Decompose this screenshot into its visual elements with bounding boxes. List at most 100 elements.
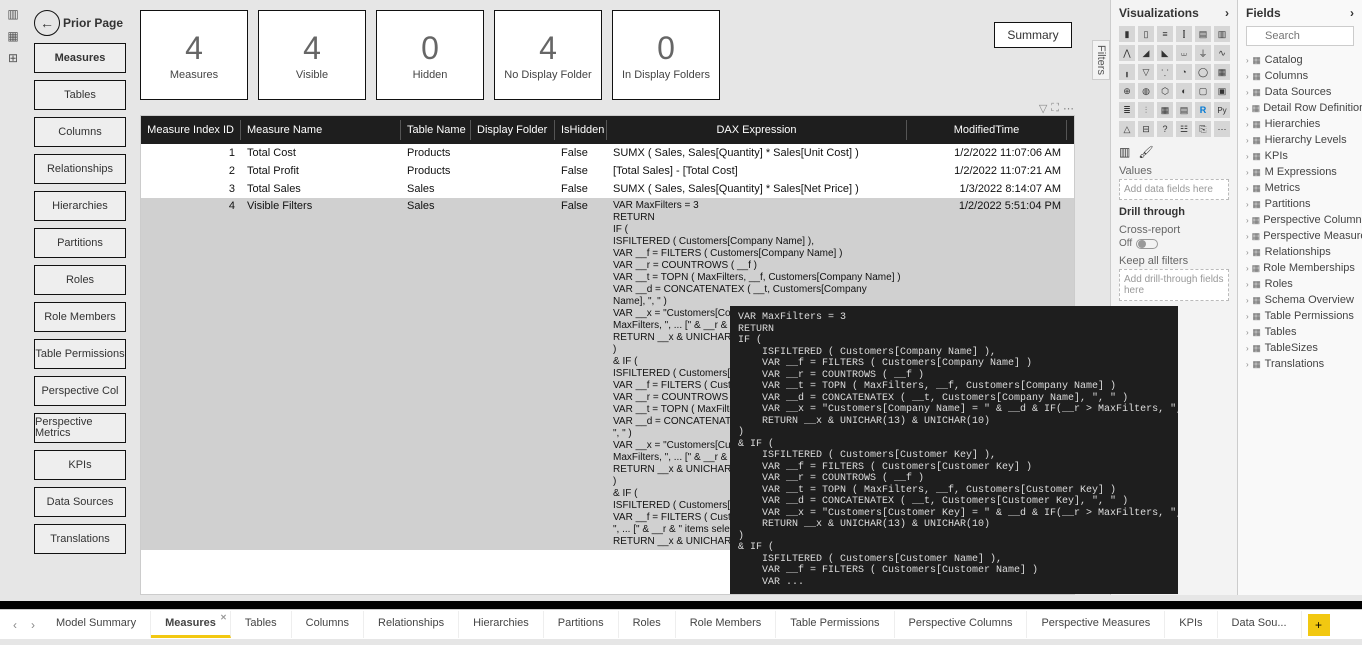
filled-map-icon[interactable]: ◍: [1138, 83, 1154, 99]
sidebar-item-columns[interactable]: Columns: [34, 117, 126, 147]
add-page-button[interactable]: +: [1308, 614, 1330, 636]
funnel-icon[interactable]: ▽: [1138, 64, 1154, 80]
pie-icon[interactable]: ◔: [1176, 64, 1192, 80]
table-row[interactable]: 1 Total Cost Products False SUMX ( Sales…: [141, 144, 1074, 162]
kpi-icon[interactable]: ≣: [1119, 102, 1135, 118]
scatter-icon[interactable]: ⸪: [1157, 64, 1173, 80]
clustered-column-icon[interactable]: ⫿: [1176, 26, 1192, 42]
col-dax-expression[interactable]: DAX Expression: [607, 120, 907, 140]
field-table-tables[interactable]: ›▦Tables: [1246, 324, 1354, 340]
sidebar-item-relationships[interactable]: Relationships: [34, 154, 126, 184]
fields-well-icon[interactable]: ▥: [1119, 145, 1130, 159]
tab-tables[interactable]: Tables: [231, 611, 292, 638]
decomp-tree-icon[interactable]: ⊟: [1138, 121, 1154, 137]
key-influencers-icon[interactable]: △: [1119, 121, 1135, 137]
sidebar-item-role-members[interactable]: Role Members: [34, 302, 126, 332]
stacked-area-icon[interactable]: ◣: [1157, 45, 1173, 61]
tab-perspective-columns[interactable]: Perspective Columns: [895, 611, 1028, 638]
prior-page-button[interactable]: ← Prior Page: [34, 10, 126, 36]
field-table-relationships[interactable]: ›▦Relationships: [1246, 244, 1354, 260]
stacked-bar-icon[interactable]: ▮: [1119, 26, 1135, 42]
field-table-catalog[interactable]: ›▦Catalog: [1246, 52, 1354, 68]
model-view-icon[interactable]: ⊞: [5, 50, 21, 66]
sidebar-item-translations[interactable]: Translations: [34, 524, 126, 554]
filter-icon[interactable]: ▽: [1039, 102, 1047, 115]
col-measure-index-id[interactable]: Measure Index ID: [141, 120, 241, 140]
line-stacked-icon[interactable]: ⏙: [1176, 45, 1192, 61]
line-chart-icon[interactable]: ⋀: [1119, 45, 1135, 61]
col-modifiedtime[interactable]: ModifiedTime: [907, 120, 1067, 140]
map-icon[interactable]: ⊕: [1119, 83, 1135, 99]
table-icon[interactable]: ▦: [1157, 102, 1173, 118]
clustered-bar-icon[interactable]: ≡: [1157, 26, 1173, 42]
field-table-perspective-columns[interactable]: ›▦Perspective Columns: [1246, 212, 1354, 228]
tab-partitions[interactable]: Partitions: [544, 611, 619, 638]
field-table-table-permissions[interactable]: ›▦Table Permissions: [1246, 308, 1354, 324]
chevron-right-icon[interactable]: ›: [1225, 6, 1229, 20]
filters-pane-collapsed[interactable]: Filters: [1092, 40, 1110, 80]
more-viz-icon[interactable]: ⋯: [1214, 121, 1230, 137]
field-table-translations[interactable]: ›▦Translations: [1246, 356, 1354, 372]
summary-button[interactable]: Summary: [994, 22, 1072, 48]
treemap-icon[interactable]: ▦: [1214, 64, 1230, 80]
field-table-detail-row-definitions[interactable]: ›▦Detail Row Definitions: [1246, 100, 1354, 116]
sidebar-item-perspective-col[interactable]: Perspective Col: [34, 376, 126, 406]
field-table-role-memberships[interactable]: ›▦Role Memberships: [1246, 260, 1354, 276]
field-table-kpis[interactable]: ›▦KPIs: [1246, 148, 1354, 164]
drillthrough-dropzone[interactable]: Add drill-through fields here: [1119, 269, 1229, 301]
col-measure-name[interactable]: Measure Name: [241, 120, 401, 140]
smart-narrative-icon[interactable]: ☳: [1176, 121, 1192, 137]
report-view-icon[interactable]: ▥: [5, 6, 21, 22]
sidebar-item-tables[interactable]: Tables: [34, 80, 126, 110]
stacked-column-icon[interactable]: ▯: [1138, 26, 1154, 42]
tab-columns[interactable]: Columns: [292, 611, 364, 638]
area-chart-icon[interactable]: ◢: [1138, 45, 1154, 61]
field-table-schema-overview[interactable]: ›▦Schema Overview: [1246, 292, 1354, 308]
matrix-icon[interactable]: ▤: [1176, 102, 1192, 118]
data-view-icon[interactable]: ▦: [5, 28, 21, 44]
field-table-columns[interactable]: ›▦Columns: [1246, 68, 1354, 84]
line-clustered-icon[interactable]: ⏚: [1195, 45, 1211, 61]
sidebar-item-roles[interactable]: Roles: [34, 265, 126, 295]
focus-mode-icon[interactable]: ⛶: [1051, 102, 1059, 115]
field-table-partitions[interactable]: ›▦Partitions: [1246, 196, 1354, 212]
donut-icon[interactable]: ◯: [1195, 64, 1211, 80]
field-table-hierarchies[interactable]: ›▦Hierarchies: [1246, 116, 1354, 132]
sidebar-item-partitions[interactable]: Partitions: [34, 228, 126, 258]
tab-roles[interactable]: Roles: [619, 611, 676, 638]
sidebar-item-data-sources[interactable]: Data Sources: [34, 487, 126, 517]
gauge-icon[interactable]: ◐: [1176, 83, 1192, 99]
field-table-tablesizes[interactable]: ›▦TableSizes: [1246, 340, 1354, 356]
tab-table-permissions[interactable]: Table Permissions: [776, 611, 894, 638]
values-dropzone[interactable]: Add data fields here: [1119, 179, 1229, 200]
sidebar-item-measures[interactable]: Measures: [34, 43, 126, 73]
tab-perspective-measures[interactable]: Perspective Measures: [1027, 611, 1165, 638]
100-stacked-column-icon[interactable]: ▥: [1214, 26, 1230, 42]
tab-kpis[interactable]: KPIs: [1165, 611, 1217, 638]
slicer-icon[interactable]: ⫶: [1138, 102, 1154, 118]
tab-nav-next[interactable]: ›: [24, 618, 42, 632]
more-options-icon[interactable]: ⋯: [1063, 102, 1074, 115]
field-table-metrics[interactable]: ›▦Metrics: [1246, 180, 1354, 196]
tab-hierarchies[interactable]: Hierarchies: [459, 611, 544, 638]
100-stacked-bar-icon[interactable]: ▤: [1195, 26, 1211, 42]
field-table-m-expressions[interactable]: ›▦M Expressions: [1246, 164, 1354, 180]
field-table-hierarchy-levels[interactable]: ›▦Hierarchy Levels: [1246, 132, 1354, 148]
field-table-roles[interactable]: ›▦Roles: [1246, 276, 1354, 292]
sidebar-item-table-permissions[interactable]: Table Permissions: [34, 339, 126, 369]
table-row[interactable]: 2 Total Profit Products False [Total Sal…: [141, 162, 1074, 180]
tab-role-members[interactable]: Role Members: [676, 611, 777, 638]
tab-measures[interactable]: Measures✕: [151, 611, 231, 638]
col-ishidden[interactable]: IsHidden: [555, 120, 607, 140]
ribbon-icon[interactable]: ∿: [1214, 45, 1230, 61]
sidebar-item-hierarchies[interactable]: Hierarchies: [34, 191, 126, 221]
field-table-perspective-measures[interactable]: ›▦Perspective Measures: [1246, 228, 1354, 244]
fields-search-input[interactable]: [1246, 26, 1354, 46]
cross-report-toggle[interactable]: Off: [1119, 238, 1229, 249]
paginated-icon[interactable]: ⎘: [1195, 121, 1211, 137]
qa-icon[interactable]: ?: [1157, 121, 1173, 137]
col-table-name[interactable]: Table Name: [401, 120, 471, 140]
waterfall-icon[interactable]: ╻: [1119, 64, 1135, 80]
tab-data-sou-[interactable]: Data Sou...: [1218, 611, 1302, 638]
r-visual-icon[interactable]: R: [1195, 102, 1211, 118]
